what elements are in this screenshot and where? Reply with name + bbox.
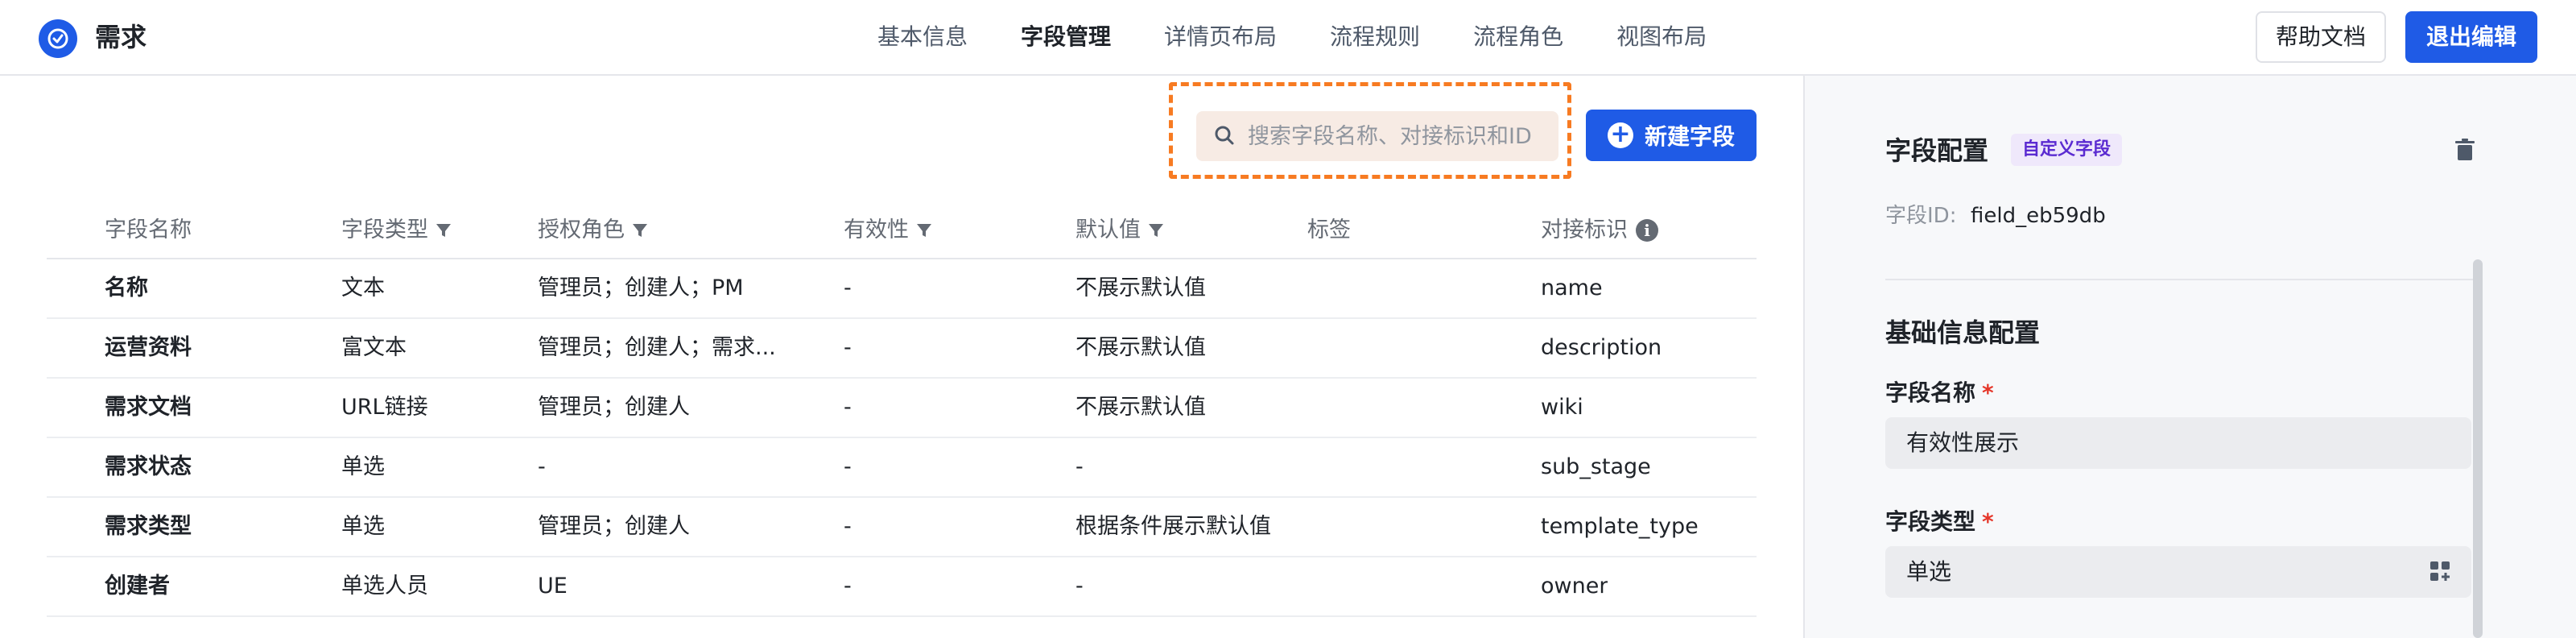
divider [1885, 279, 2481, 280]
cell-default-value: 根据条件展示默认值 [1075, 514, 1271, 539]
filter-icon[interactable] [435, 222, 452, 239]
cell-roles: UE [538, 574, 568, 599]
cell-validity: - [844, 454, 852, 479]
table-row[interactable]: 名称 文本 管理员；创建人；PM - 不展示默认值 name [47, 259, 1757, 319]
field-name-label: 字段名称 * [1885, 379, 1994, 406]
cell-field-name: 需求状态 [105, 454, 192, 479]
table-row[interactable]: 运营资料 富文本 管理员；创建人；需求... - 不展示默认值 descript… [47, 319, 1757, 379]
grid-add-icon[interactable] [2428, 559, 2452, 583]
field-config-panel: 字段配置 自定义字段 字段ID: field_eb59db 基础信息配置 字段名… [1803, 76, 2576, 638]
field-id-value: field_eb59db [1971, 204, 2106, 228]
cell-api-key: wiki [1541, 395, 1583, 420]
tab-field-management[interactable]: 字段管理 [1021, 18, 1111, 56]
cell-default-value: - [1075, 574, 1084, 599]
cell-default-value: 不展示默认值 [1075, 335, 1206, 360]
cell-api-key: description [1541, 335, 1662, 360]
cell-field-name: 需求类型 [105, 514, 192, 539]
field-type-select[interactable]: 单选 [1885, 546, 2471, 598]
cell-api-key: owner [1541, 574, 1608, 599]
column-header-default-value[interactable]: 默认值 [1075, 216, 1165, 245]
field-type-value: 单选 [1906, 558, 1952, 585]
cell-validity: - [844, 395, 852, 420]
table-row[interactable]: 需求状态 单选 - - - sub_stage [47, 438, 1757, 498]
cell-field-name: 需求文档 [105, 395, 192, 420]
cell-field-name: 运营资料 [105, 335, 192, 360]
cell-field-type: 文本 [341, 276, 385, 300]
field-name-input[interactable]: 有效性展示 [1885, 417, 2471, 469]
tab-view-layout[interactable]: 视图布局 [1616, 18, 1707, 56]
filter-icon[interactable] [631, 222, 649, 239]
filter-icon[interactable] [915, 222, 933, 239]
field-id-label: 字段ID: [1885, 204, 1957, 228]
required-mark: * [1982, 379, 1994, 406]
custom-field-badge: 自定义字段 [2011, 134, 2123, 166]
search-input[interactable] [1248, 111, 1550, 161]
column-header-tags: 标签 [1307, 218, 1351, 242]
cell-field-name: 名称 [105, 276, 148, 300]
cell-roles: 管理员；创建人 [538, 395, 690, 420]
cell-api-key: sub_stage [1541, 454, 1651, 479]
info-icon[interactable]: i [1636, 219, 1658, 242]
cell-field-name: 创建者 [105, 574, 170, 599]
cell-validity: - [844, 514, 852, 539]
check-circle-icon [47, 28, 68, 49]
plus-circle-icon: + [1607, 122, 1633, 148]
exit-edit-button[interactable]: 退出编辑 [2405, 11, 2537, 63]
fields-table: 字段名称 字段类型 授权角色 有效性 默认值 标签 对接标识 i 名称 文本 管… [47, 201, 1757, 617]
cell-roles: 管理员；创建人 [538, 514, 690, 539]
top-header: 需求 基本信息 字段管理 详情页布局 流程规则 流程角色 视图布局 帮助文档 退… [0, 0, 2576, 76]
column-header-field-name: 字段名称 [105, 218, 192, 242]
cell-field-type: 单选 [341, 454, 385, 479]
new-field-label: 新建字段 [1644, 123, 1735, 150]
app-title: 需求 [95, 22, 147, 52]
table-row[interactable]: 需求文档 URL链接 管理员；创建人 - 不展示默认值 wiki [47, 379, 1757, 438]
search-box[interactable] [1196, 111, 1558, 161]
cell-roles: - [538, 454, 546, 479]
section-title-basic-config: 基础信息配置 [1885, 317, 2041, 348]
column-header-validity[interactable]: 有效性 [844, 216, 933, 245]
tab-detail-layout[interactable]: 详情页布局 [1164, 18, 1277, 56]
top-nav: 基本信息 字段管理 详情页布局 流程规则 流程角色 视图布局 [877, 18, 1760, 56]
panel-title: 字段配置 [1885, 135, 1989, 166]
column-header-roles[interactable]: 授权角色 [538, 216, 803, 245]
cell-validity: - [844, 335, 852, 360]
table-row[interactable]: 创建者 单选人员 UE - - owner [47, 557, 1757, 617]
table-header: 字段名称 字段类型 授权角色 有效性 默认值 标签 对接标识 i [47, 201, 1757, 259]
search-icon [1215, 126, 1234, 145]
cell-field-type: 单选人员 [341, 574, 428, 599]
cell-validity: - [844, 276, 852, 300]
app-logo-icon [39, 19, 77, 58]
tab-workflow-rules[interactable]: 流程规则 [1330, 18, 1420, 56]
filter-icon[interactable] [1147, 222, 1165, 239]
cell-default-value: 不展示默认值 [1075, 395, 1206, 420]
new-field-button[interactable]: + 新建字段 [1586, 110, 1757, 161]
table-row[interactable]: 需求类型 单选 管理员；创建人 - 根据条件展示默认值 template_typ… [47, 498, 1757, 557]
cell-roles: 管理员；创建人；PM [538, 276, 744, 300]
cell-api-key: template_type [1541, 514, 1699, 539]
column-header-api-key: 对接标识 i [1541, 216, 1658, 245]
cell-field-type: 富文本 [341, 335, 407, 360]
field-type-label: 字段类型 * [1885, 508, 1994, 535]
cell-default-value: - [1075, 454, 1084, 479]
trash-icon[interactable] [2450, 135, 2479, 164]
cell-field-type: URL链接 [341, 395, 428, 420]
help-docs-button[interactable]: 帮助文档 [2256, 11, 2386, 63]
cell-roles: 管理员；创建人；需求... [538, 335, 776, 360]
column-header-field-type[interactable]: 字段类型 [341, 216, 452, 245]
cell-field-type: 单选 [341, 514, 385, 539]
tab-workflow-roles[interactable]: 流程角色 [1473, 18, 1563, 56]
cell-default-value: 不展示默认值 [1075, 276, 1206, 300]
required-mark: * [1982, 508, 1994, 535]
cell-validity: - [844, 574, 852, 599]
tab-basic-info[interactable]: 基本信息 [877, 18, 968, 56]
panel-scrollbar[interactable] [2473, 259, 2483, 638]
cell-api-key: name [1541, 276, 1603, 300]
